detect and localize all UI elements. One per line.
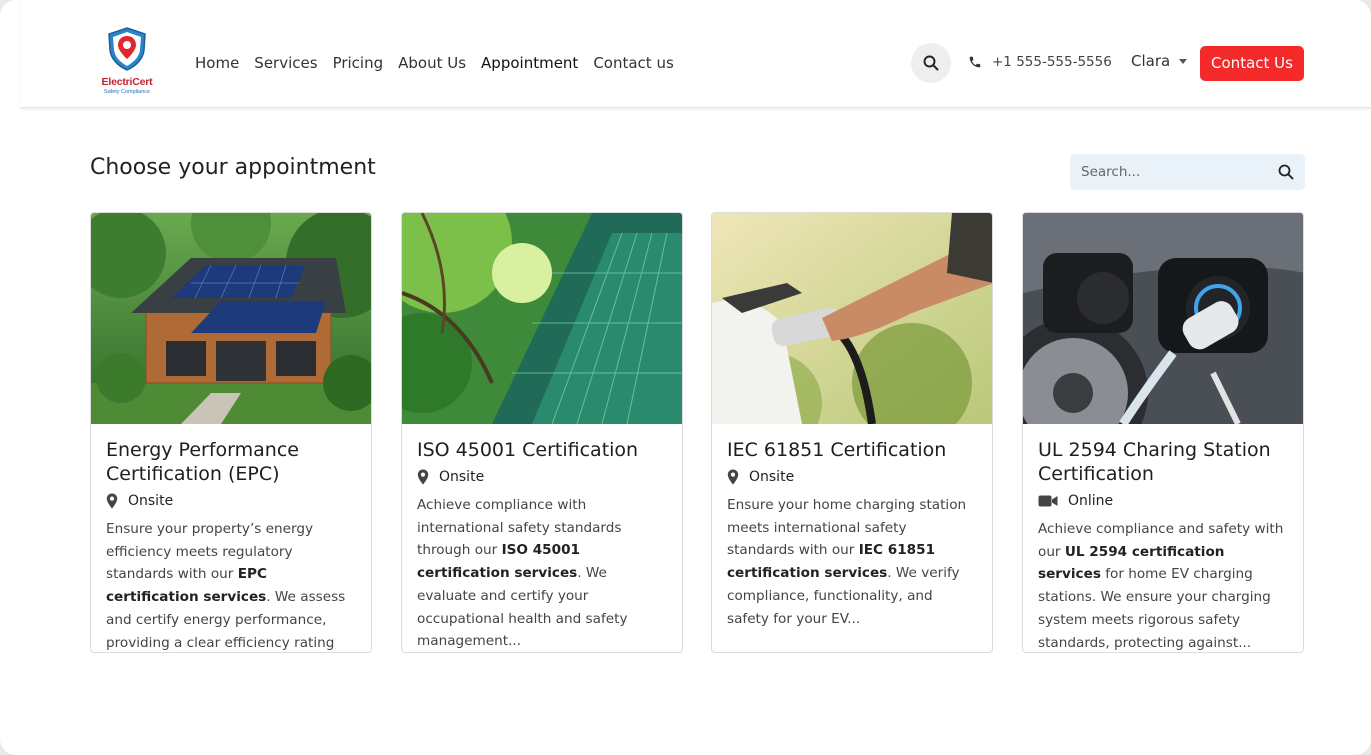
search-icon bbox=[923, 55, 939, 71]
brand-name: ElectriCert bbox=[101, 76, 153, 88]
card-mode: Onsite bbox=[106, 493, 356, 509]
card-mode: Onsite bbox=[417, 469, 667, 485]
card-title: ISO 45001 Certification bbox=[417, 439, 639, 461]
site-header: ElectriCert Safety Compliance Home Servi… bbox=[20, 0, 1371, 108]
appointment-card-iec-61851[interactable]: IEC 61851 Certification Onsite Ensure yo… bbox=[711, 212, 993, 653]
user-menu[interactable]: Clara bbox=[1131, 52, 1188, 70]
card-mode-label: Onsite bbox=[749, 469, 795, 485]
map-pin-icon bbox=[417, 469, 429, 485]
nav-appointment[interactable]: Appointment bbox=[481, 52, 578, 74]
card-description: Ensure your property’s energy efficiency… bbox=[106, 521, 346, 651]
phone-icon bbox=[969, 56, 981, 68]
card-mode-label: Onsite bbox=[439, 469, 485, 485]
card-title: IEC 61851 Certification bbox=[727, 439, 947, 461]
appointment-card-iso-45001[interactable]: ISO 45001 Certification Onsite Achieve c… bbox=[401, 212, 683, 653]
glass-building-image bbox=[402, 213, 682, 424]
map-pin-icon bbox=[106, 493, 118, 509]
chevron-down-icon bbox=[1179, 58, 1188, 64]
nav-services[interactable]: Services bbox=[254, 52, 317, 74]
header-search-button[interactable] bbox=[911, 43, 951, 83]
card-mode-label: Onsite bbox=[128, 493, 174, 509]
brand-tagline: Safety Compliance bbox=[103, 89, 151, 95]
app-window: ElectriCert Safety Compliance Home Servi… bbox=[0, 0, 1371, 755]
card-description: Achieve compliance and safety with our U… bbox=[1038, 521, 1284, 651]
card-mode: Online bbox=[1038, 493, 1288, 509]
nav-pricing[interactable]: Pricing bbox=[333, 52, 384, 74]
page-title: Choose your appointment bbox=[90, 155, 376, 180]
card-title: UL 2594 Charing Station Certification bbox=[1038, 439, 1271, 485]
nav-contact-us[interactable]: Contact us bbox=[593, 52, 673, 74]
phone-contact[interactable]: +1 555-555-5556 bbox=[968, 54, 1112, 70]
appointment-card-ul-2594[interactable]: UL 2594 Charing Station Certification On… bbox=[1022, 212, 1304, 653]
solar-house-image bbox=[91, 213, 371, 424]
search-input[interactable] bbox=[1070, 154, 1270, 190]
appointment-search bbox=[1070, 154, 1305, 190]
user-name: Clara bbox=[1131, 52, 1171, 70]
nav-home[interactable]: Home bbox=[195, 52, 239, 74]
nav-about-us[interactable]: About Us bbox=[398, 52, 466, 74]
phone-number: +1 555-555-5556 bbox=[992, 54, 1112, 70]
video-camera-icon bbox=[1038, 495, 1058, 507]
ev-charging-port-image bbox=[1023, 213, 1303, 424]
search-icon[interactable] bbox=[1278, 164, 1294, 180]
appointment-card-epc[interactable]: Energy Performance Certification (EPC) O… bbox=[90, 212, 372, 653]
ev-charger-hand-image bbox=[712, 213, 992, 424]
map-pin-icon bbox=[727, 469, 739, 485]
card-title: Energy Performance Certification (EPC) bbox=[106, 439, 299, 485]
card-mode: Onsite bbox=[727, 469, 977, 485]
card-description: Achieve compliance with international sa… bbox=[417, 497, 628, 650]
card-description: Ensure your home charging station meets … bbox=[727, 497, 967, 627]
main-nav: Home Services Pricing About Us Appointme… bbox=[195, 52, 689, 74]
card-mode-label: Online bbox=[1068, 493, 1114, 509]
contact-us-button[interactable]: Contact Us bbox=[1200, 46, 1304, 81]
brand-logo[interactable]: ElectriCert Safety Compliance bbox=[92, 26, 162, 98]
shield-pin-logo-icon bbox=[108, 27, 146, 71]
